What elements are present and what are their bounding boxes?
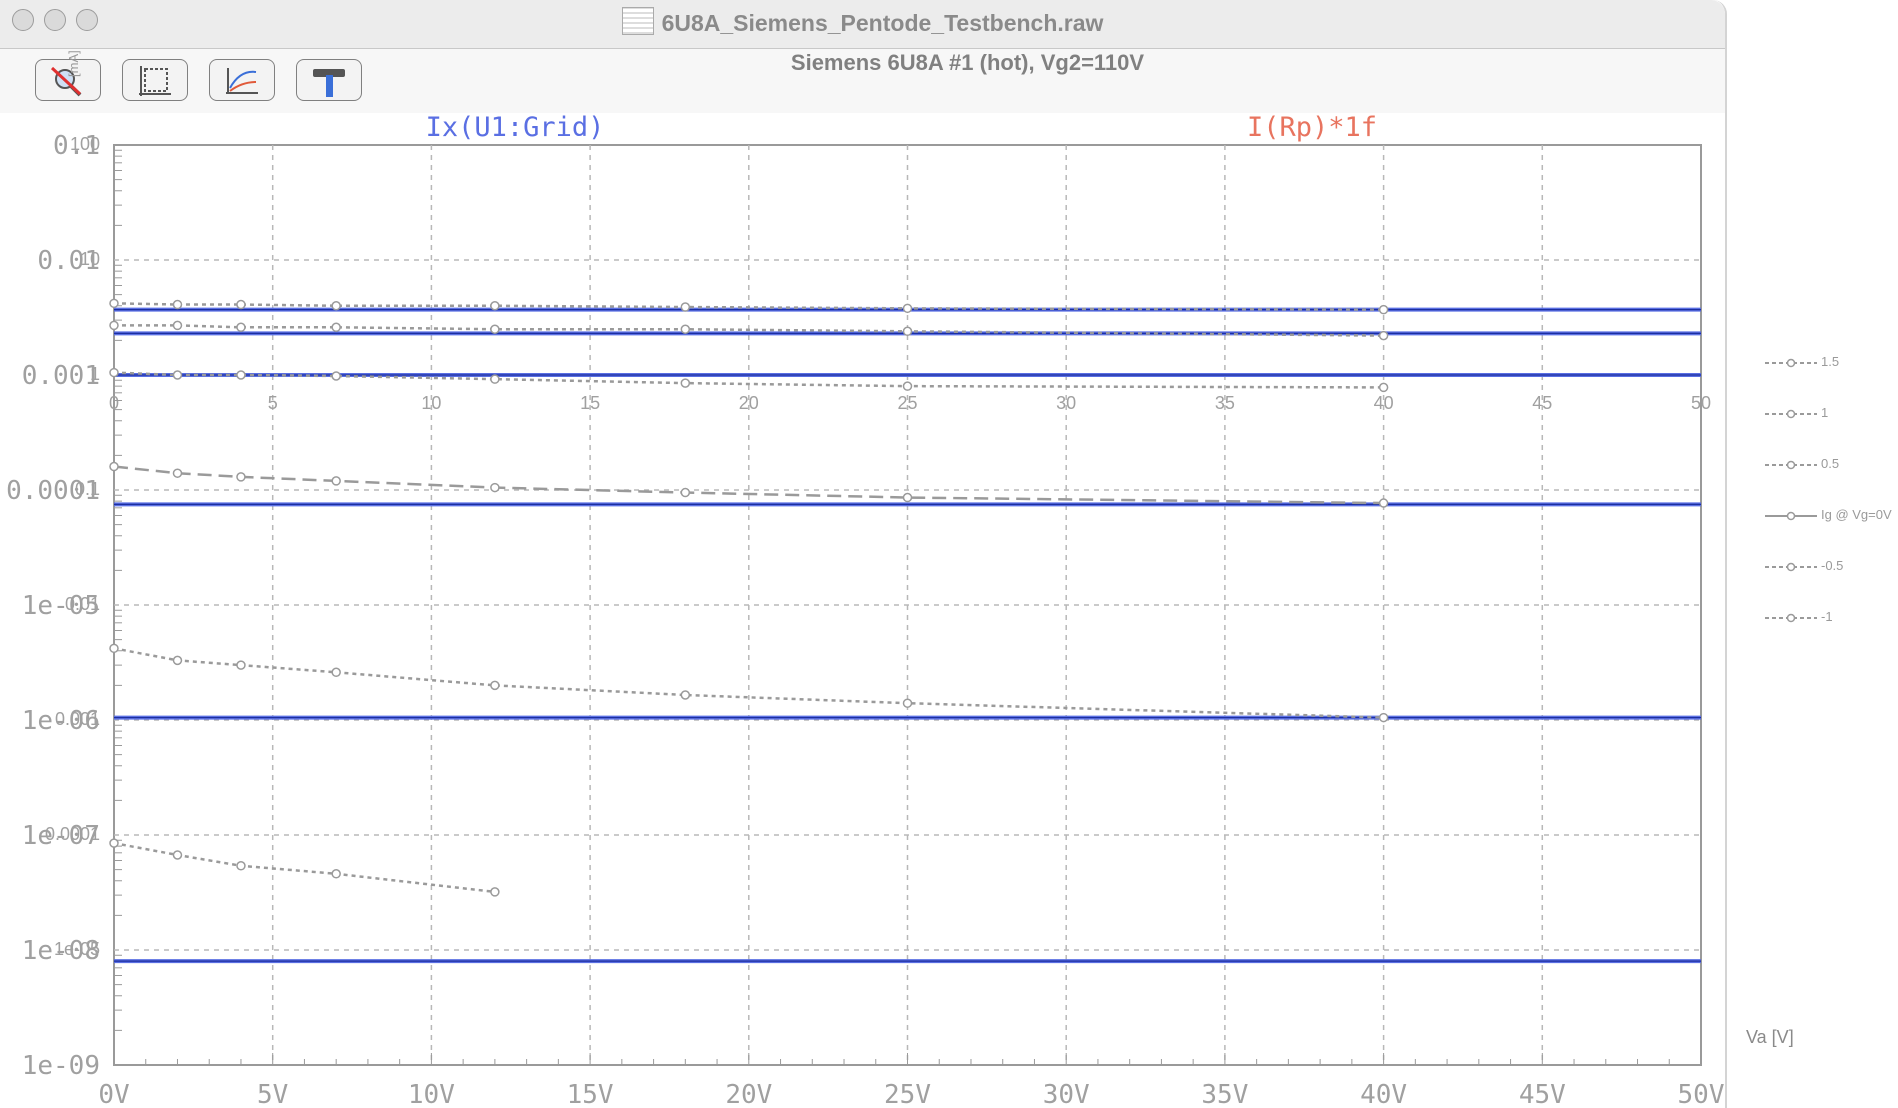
waveform-window: 6U8A_Siemens_Pentode_Testbench.raw [mA] …: [0, 0, 1727, 1108]
measured-point: [109, 320, 119, 331]
x-tick-label: 40V: [1360, 1080, 1407, 1108]
measured-point: [902, 492, 913, 503]
measured-point: [1378, 498, 1389, 508]
measured-point: [331, 667, 341, 678]
measured-point: [236, 472, 246, 482]
legend-swatch: [1765, 358, 1817, 368]
legend-swatch: [1765, 562, 1817, 572]
x-axis-label: Va [V]: [1746, 1027, 1794, 1047]
measured-point: [172, 370, 183, 380]
measured-point: [109, 838, 119, 848]
legend-label: 1: [1821, 405, 1829, 420]
measured-point: [680, 324, 691, 334]
measured-point: [236, 861, 246, 871]
measured-point: [680, 690, 691, 700]
x-tick-label: 10V: [408, 1080, 455, 1108]
measured-point: [331, 869, 341, 879]
x-inner-tick-label: 10: [421, 393, 441, 413]
measured-point: [109, 367, 119, 378]
measured-point: [1378, 382, 1389, 393]
x-inner-tick-label: 50: [1691, 393, 1711, 413]
legend-swatch: [1765, 511, 1817, 521]
measured-point: [331, 301, 341, 311]
legend-label: -1: [1821, 609, 1833, 624]
x-inner-tick-label: 45: [1532, 393, 1552, 413]
measured-point: [680, 378, 691, 388]
x-tick-label: 25V: [884, 1080, 931, 1108]
x-tick-label: 30V: [1043, 1080, 1090, 1108]
measured-point: [490, 680, 500, 691]
trace-label-grid: Ix(U1:Grid): [426, 112, 605, 143]
measured-point: [490, 374, 500, 384]
measured-point: [236, 322, 246, 333]
y-overlay-tick-label: 0.01: [65, 594, 100, 614]
measured-point: [172, 468, 183, 478]
measured-point: [331, 322, 341, 333]
measured-point: [109, 643, 119, 654]
x-inner-tick-label: 5: [268, 393, 278, 413]
measured-point: [331, 476, 341, 486]
measured-point: [172, 320, 183, 331]
trace-label-rp: I(Rp)*1f: [1247, 112, 1377, 143]
measured-point: [172, 850, 183, 860]
measured-point: [680, 302, 691, 312]
x-inner-tick-label: 20: [739, 393, 759, 413]
x-tick-label: 20V: [725, 1080, 772, 1108]
x-inner-tick-label: 30: [1056, 393, 1076, 413]
x-inner-tick-label: 25: [897, 393, 917, 413]
x-tick-label: 5V: [257, 1080, 288, 1108]
legend-label: 1.5: [1821, 354, 1840, 369]
measured-point: [680, 487, 691, 498]
measured-point: [172, 299, 183, 310]
measured-point: [902, 698, 913, 708]
x-tick-label: 50V: [1678, 1080, 1725, 1108]
measured-point: [109, 461, 119, 472]
measured-point: [172, 655, 183, 666]
legend-label: Ig @ Vg=0V: [1821, 507, 1892, 522]
measured-point: [490, 887, 500, 897]
x-tick-label: 35V: [1201, 1080, 1248, 1108]
measured-point: [902, 303, 913, 314]
measured-point: [490, 482, 500, 493]
y-tick-label: 1e-09: [22, 1051, 100, 1081]
legend-label: 0.5: [1821, 456, 1840, 471]
y-overlay-tick-label: 0.0001: [45, 824, 100, 844]
x-inner-tick-label: 40: [1374, 393, 1394, 413]
measured-point: [490, 324, 500, 334]
measured-point: [902, 326, 913, 337]
measured-point: [1378, 712, 1389, 723]
x-tick-label: 45V: [1519, 1080, 1566, 1108]
y-overlay-tick-label: 100: [70, 134, 100, 154]
x-tick-label: 15V: [567, 1080, 614, 1108]
x-inner-tick-label: 15: [580, 393, 600, 413]
measured-point: [109, 298, 119, 309]
measured-point: [236, 370, 246, 380]
measured-point: [236, 660, 246, 670]
x-inner-tick-label: 35: [1215, 393, 1235, 413]
y-overlay-tick-label: 10: [80, 249, 100, 269]
legend-label: -0.5: [1821, 558, 1844, 573]
measured-point: [1378, 304, 1389, 315]
legend-swatch: [1765, 409, 1817, 419]
x-tick-label: 0V: [98, 1080, 129, 1108]
measured-point: [902, 381, 913, 391]
measured-point: [331, 371, 341, 381]
y-overlay-tick-label: 1e-05: [54, 939, 100, 959]
y-overlay-tick-label: 0.001: [55, 709, 100, 729]
y-tick-label: 0.001: [22, 361, 100, 391]
measured-point: [490, 301, 500, 311]
y-overlay-tick-label: 0.1: [75, 479, 100, 499]
plot-area[interactable]: 0V05V510V1015V1520V2025V2530V3035V3540V4…: [0, 0, 1727, 1108]
measured-point: [1378, 330, 1389, 341]
legend-swatch: [1765, 460, 1817, 470]
measured-point: [236, 299, 246, 310]
legend-swatch: [1765, 613, 1817, 623]
y-overlay-tick-label: 1: [90, 364, 100, 384]
